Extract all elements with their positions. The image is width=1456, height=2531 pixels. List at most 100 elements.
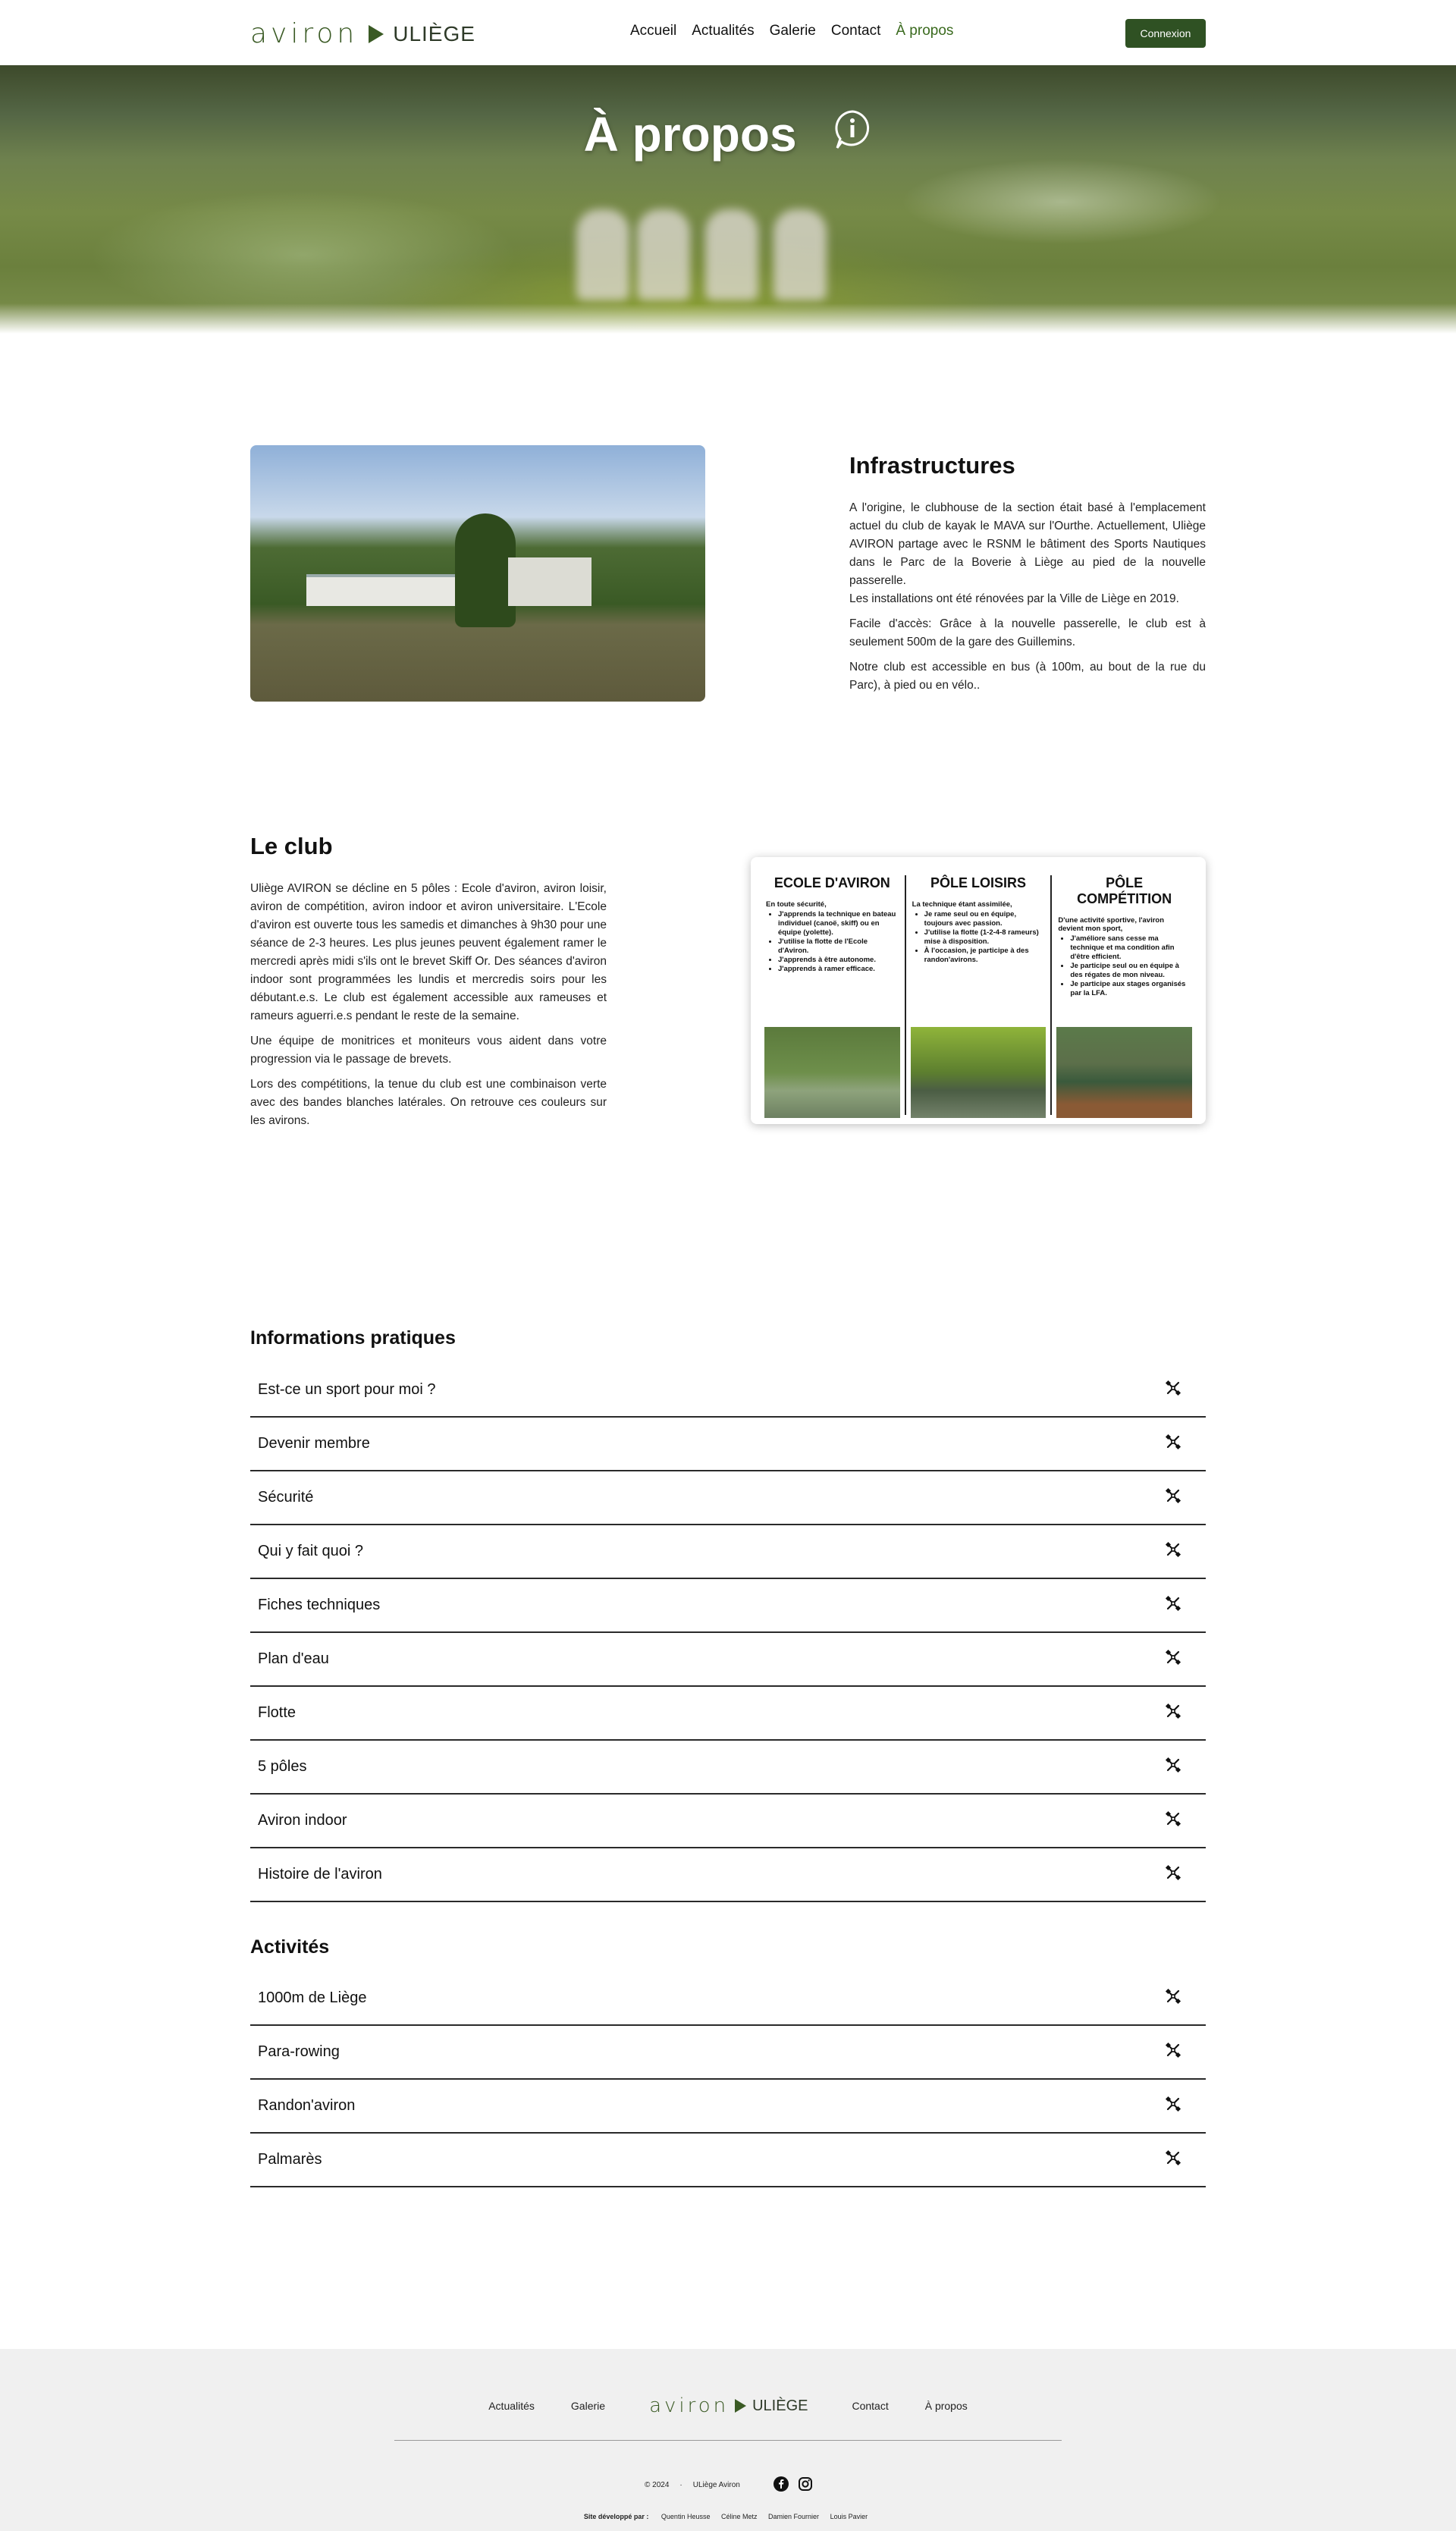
accordion-item[interactable]: Qui y fait quoi ? — [250, 1525, 1206, 1579]
dev-label: Site développé par : — [583, 2513, 649, 2520]
developer-name: Quentin Heusse — [661, 2513, 711, 2520]
accordion-label: Aviron indoor — [258, 1812, 347, 1829]
pole-title: PÔLE COMPÉTITION — [1077, 875, 1172, 906]
accordion-item[interactable]: Histoire de l'aviron — [250, 1848, 1206, 1902]
oars-toggle-icon[interactable] — [1165, 2042, 1181, 2063]
footer-logo[interactable]: aviron ULIÈGE — [649, 2394, 808, 2417]
nav-a-propos[interactable]: À propos — [896, 23, 953, 39]
pole-photo — [910, 1027, 1046, 1118]
pole-intro: En toute sécurité, — [766, 900, 827, 909]
nav-contact[interactable]: Contact — [831, 23, 880, 39]
activities-title: Activités — [250, 1936, 330, 1958]
oars-toggle-icon[interactable] — [1165, 1434, 1181, 1455]
infra-paragraph: Les installations ont été rénovées par l… — [849, 592, 1179, 605]
oars-toggle-icon[interactable] — [1165, 1487, 1181, 1509]
pole-item: Je rame seul ou en équipe, toujours avec… — [924, 910, 1045, 928]
club-paragraph: Lors des compétitions, la tenue du club … — [250, 1078, 607, 1127]
oars-toggle-icon[interactable] — [1165, 1649, 1181, 1670]
footer: Actualités Galerie aviron ULIÈGE Contact… — [0, 2349, 1456, 2531]
oars-toggle-icon[interactable] — [1165, 1757, 1181, 1778]
footer-link-galerie[interactable]: Galerie — [571, 2400, 605, 2412]
club-paragraph: Une équipe de monitrices et moniteurs vo… — [250, 1035, 607, 1066]
hero-rowers-image — [576, 209, 849, 308]
oars-toggle-icon[interactable] — [1165, 1541, 1181, 1562]
footer-logo-uni: ULIÈGE — [752, 2397, 808, 2414]
footer-nav: Actualités Galerie aviron ULIÈGE Contact… — [0, 2394, 1456, 2417]
club-paragraph: Uliège AVIRON se décline en 5 pôles : Ec… — [250, 882, 607, 1022]
pole-item: J'apprends à être autonome. — [778, 956, 899, 965]
login-button[interactable]: Connexion — [1125, 19, 1206, 48]
accordion-label: Sécurité — [258, 1489, 314, 1506]
footer-copyright: © 2024 · ULiège Aviron — [645, 2476, 813, 2494]
copyright-sep: · — [679, 2481, 682, 2489]
pole-item: J'utilise la flotte (1-2-4-8 rameurs) mi… — [924, 928, 1045, 947]
footer-logo-word: aviron — [649, 2394, 730, 2417]
accordion-item[interactable]: Sécurité — [250, 1471, 1206, 1525]
infra-paragraph: A l'origine, le clubhouse de la section … — [849, 501, 1206, 587]
clubhouse-photo — [250, 445, 705, 702]
accordion-item[interactable]: Randon'aviron — [250, 2080, 1206, 2134]
accordion-item[interactable]: Devenir membre — [250, 1418, 1206, 1471]
oars-toggle-icon[interactable] — [1165, 1810, 1181, 1832]
pole-competition: PÔLE COMPÉTITION D'une activité sportive… — [1050, 875, 1197, 1118]
page-title-text: À propos — [583, 107, 797, 162]
accordion-item[interactable]: Est-ce un sport pour moi ? — [250, 1364, 1206, 1418]
accordion-item[interactable]: Plan d'eau — [250, 1633, 1206, 1687]
nav-accueil[interactable]: Accueil — [630, 23, 676, 39]
accordion-label: Randon'aviron — [258, 2097, 356, 2114]
club-text: Uliège AVIRON se décline en 5 pôles : Ec… — [250, 880, 607, 1137]
accordion-item[interactable]: 5 pôles — [250, 1741, 1206, 1795]
oars-toggle-icon[interactable] — [1165, 1864, 1181, 1886]
footer-developers: Site développé par : Quentin Heusse Céli… — [0, 2513, 1456, 2520]
footer-link-contact[interactable]: Contact — [852, 2400, 888, 2412]
pole-ecole: ECOLE D'AVIRON En toute sécurité, J'appr… — [760, 875, 905, 1118]
accordion-item[interactable]: Palmarès — [250, 2134, 1206, 2187]
accordion-label: 1000m de Liège — [258, 1989, 367, 2006]
pole-title: ECOLE D'AVIRON — [774, 875, 890, 890]
play-icon — [369, 24, 384, 43]
accordion-item[interactable]: Para-rowing — [250, 2026, 1206, 2080]
play-icon — [735, 2399, 747, 2413]
oars-toggle-icon[interactable] — [1165, 1988, 1181, 2009]
accordion-label: 5 pôles — [258, 1758, 307, 1775]
footer-link-a-propos[interactable]: À propos — [925, 2400, 968, 2412]
pole-intro: La technique étant assimilée, — [912, 900, 1012, 909]
logo-word: aviron — [250, 18, 359, 49]
pole-item: À l'occasion, je participe à des randon'… — [924, 947, 1045, 965]
pole-item: Je participe aux stages organisés par la… — [1070, 980, 1191, 998]
footer-link-actualites[interactable]: Actualités — [488, 2400, 535, 2412]
infra-paragraph: Facile d'accès: Grâce à la nouvelle pass… — [849, 617, 1206, 648]
pole-item: Je participe seul ou en équipe à des rég… — [1070, 962, 1191, 980]
oars-toggle-icon[interactable] — [1165, 2096, 1181, 2117]
developer-name: Damien Fournier — [768, 2513, 820, 2520]
site-logo[interactable]: aviron ULIÈGE — [250, 18, 475, 49]
oars-toggle-icon[interactable] — [1165, 1703, 1181, 1724]
oars-toggle-icon[interactable] — [1165, 1595, 1181, 1616]
accordion-label: Est-ce un sport pour moi ? — [258, 1381, 436, 1398]
pole-photo — [764, 1027, 900, 1118]
accordion-item[interactable]: Flotte — [250, 1687, 1206, 1741]
copyright-year: © 2024 — [645, 2481, 670, 2489]
accordion-label: Devenir membre — [258, 1435, 370, 1452]
accordion-label: Flotte — [258, 1704, 297, 1721]
accordion-item[interactable]: Aviron indoor — [250, 1795, 1206, 1848]
pole-item: J'apprends à ramer efficace. — [778, 965, 899, 974]
logo-uni: ULIÈGE — [393, 21, 475, 46]
accordion-label: Para-rowing — [258, 2043, 340, 2060]
instagram-icon[interactable] — [798, 2476, 813, 2494]
copyright-org: ULiège Aviron — [692, 2481, 740, 2489]
accordion-item[interactable]: Fiches techniques — [250, 1579, 1206, 1633]
facebook-icon[interactable] — [773, 2476, 789, 2494]
nav-galerie[interactable]: Galerie — [770, 23, 816, 39]
accordion-label: Palmarès — [258, 2151, 322, 2168]
nav-actualites[interactable]: Actualités — [692, 23, 754, 39]
accordion-item[interactable]: 1000m de Liège — [250, 1972, 1206, 2026]
poles-card: ECOLE D'AVIRON En toute sécurité, J'appr… — [751, 857, 1206, 1124]
oars-toggle-icon[interactable] — [1165, 1380, 1181, 1401]
accordion-label: Qui y fait quoi ? — [258, 1543, 363, 1559]
main-nav: Accueil Actualités Galerie Contact À pro… — [630, 23, 953, 39]
oars-toggle-icon[interactable] — [1165, 2149, 1181, 2171]
info-accordion: Est-ce un sport pour moi ? Devenir membre… — [250, 1364, 1206, 1902]
infrastructures-text: A l'origine, le clubhouse de la section … — [849, 499, 1206, 702]
info-title: Informations pratiques — [250, 1327, 456, 1349]
